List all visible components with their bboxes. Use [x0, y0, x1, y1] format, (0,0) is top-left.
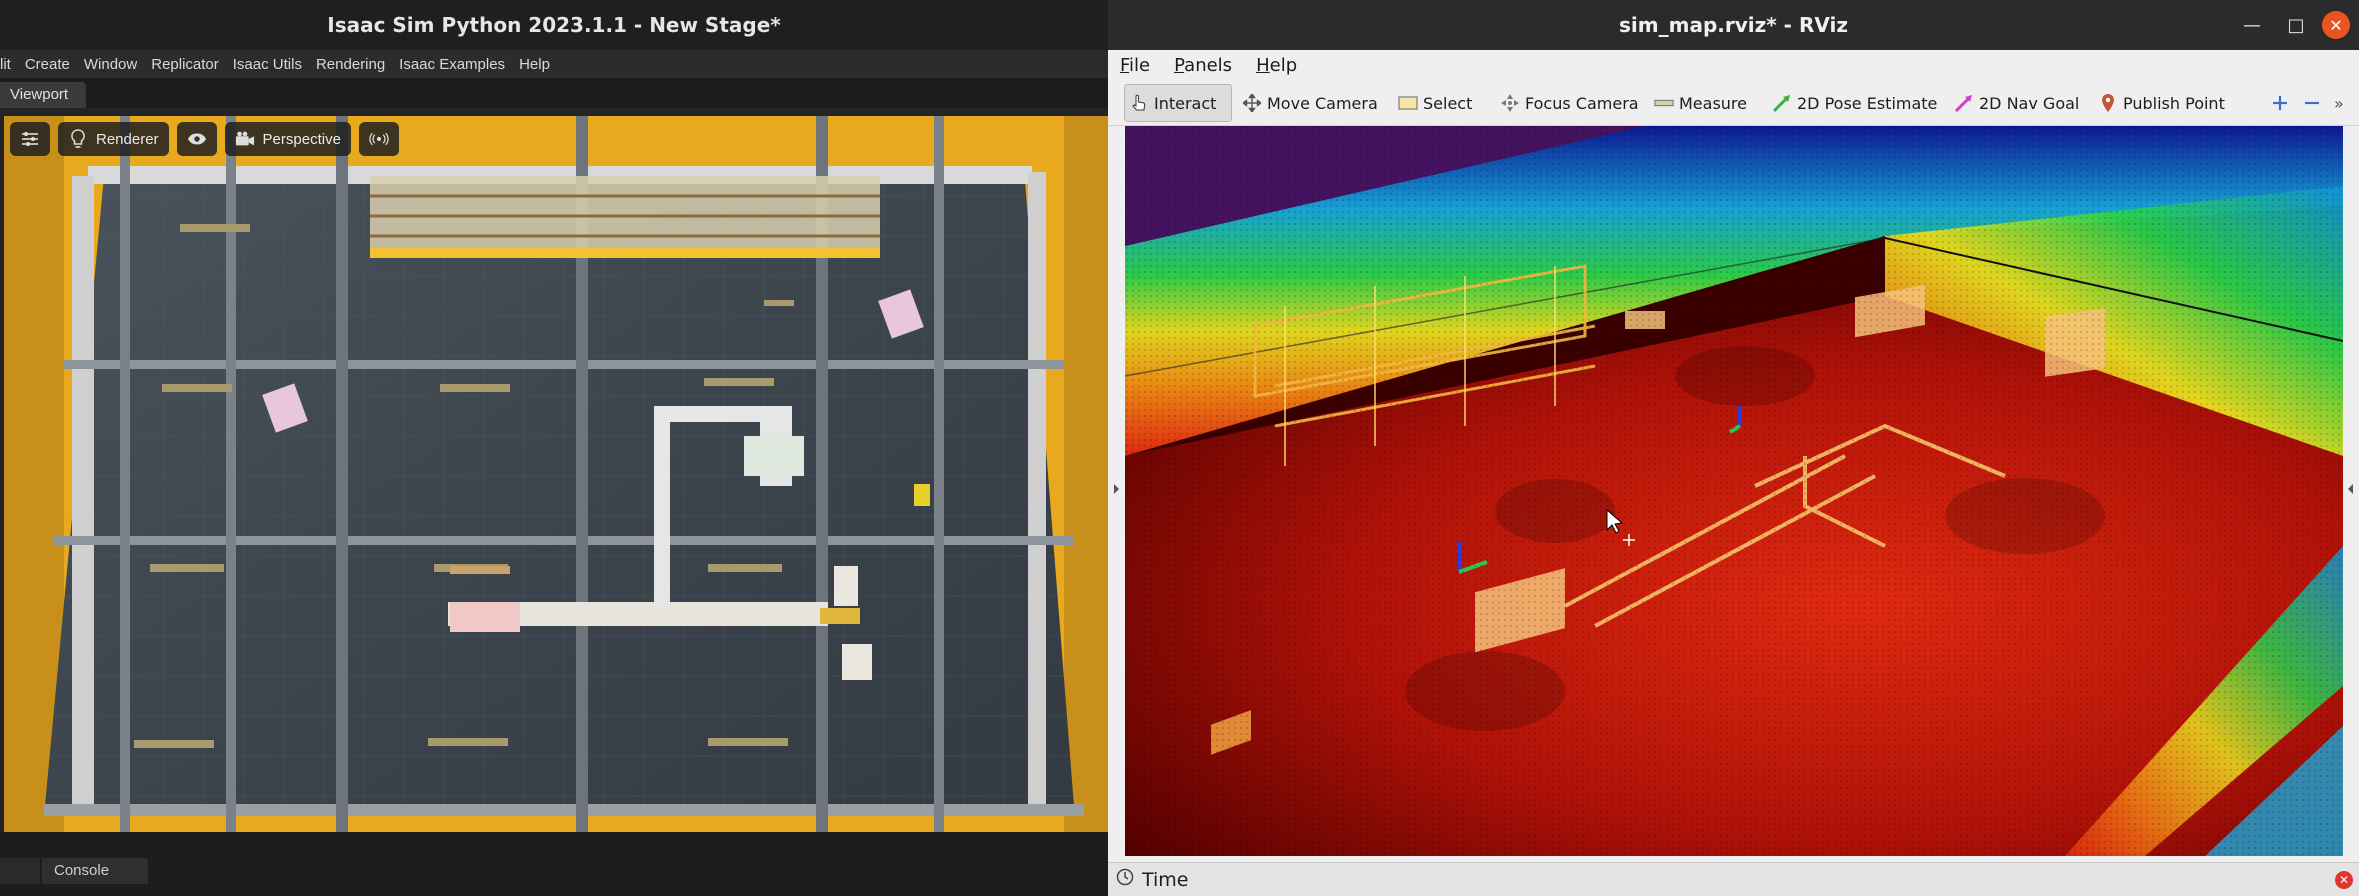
toolbar-overflow-button[interactable]: » — [2330, 84, 2348, 122]
chevron-double-right-icon: » — [2334, 93, 2344, 113]
publish-point-label: Publish Point — [2123, 93, 2225, 113]
rviz-menubar: File Panels Help — [1108, 50, 2359, 80]
minus-icon — [2302, 93, 2322, 113]
time-panel-close-button[interactable]: ✕ — [2335, 871, 2353, 889]
isaac-menubar: lit Create Window Replicator Isaac Utils… — [0, 50, 1108, 78]
focus-camera-label: Focus Camera — [1525, 93, 1639, 113]
menu-file[interactable]: File — [1108, 55, 1162, 76]
rviz-window-title: sim_map.rviz* - RViz — [1108, 0, 2359, 50]
bottom-tab-placeholder[interactable] — [0, 858, 40, 884]
maximize-icon: □ — [2287, 14, 2305, 36]
map-pin-icon — [2098, 93, 2118, 113]
tab-console[interactable]: Console — [42, 858, 148, 884]
green-arrow-icon — [1772, 93, 1792, 113]
isaac-bottom-panel: Console — [0, 832, 1108, 896]
add-tool-button[interactable] — [2266, 84, 2294, 122]
interact-label: Interact — [1154, 93, 1217, 113]
eye-icon — [187, 129, 207, 149]
time-panel: Time ✕ — [1108, 862, 2359, 896]
lightbulb-icon — [68, 129, 88, 149]
menu-help[interactable]: Help — [511, 56, 556, 73]
move-camera-label: Move Camera — [1267, 93, 1378, 113]
broadcast-icon — [369, 129, 389, 149]
renderer-label: Renderer — [96, 130, 159, 148]
sliders-icon — [20, 129, 40, 149]
close-button[interactable]: ✕ — [2322, 11, 2350, 39]
pose-estimate-tool[interactable]: 2D Pose Estimate — [1768, 84, 1941, 122]
minimize-button[interactable]: — — [2238, 10, 2266, 40]
pose-estimate-label: 2D Pose Estimate — [1797, 93, 1938, 113]
rviz-3d-view[interactable] — [1125, 126, 2343, 856]
menu-isaac-examples[interactable]: Isaac Examples — [391, 56, 511, 73]
publish-point-tool[interactable]: Publish Point — [2094, 84, 2229, 122]
tab-viewport[interactable]: Viewport — [0, 82, 86, 108]
isaac-viewport[interactable]: Renderer Perspective — [4, 116, 1108, 832]
nav-goal-label: 2D Nav Goal — [1979, 93, 2080, 113]
close-icon: ✕ — [2329, 15, 2343, 35]
menu-rendering[interactable]: Rendering — [308, 56, 391, 73]
select-box-icon — [1398, 93, 1418, 113]
clock-icon — [1116, 868, 1134, 891]
viewport-toolbar: Renderer Perspective — [10, 122, 399, 156]
menu-create[interactable]: Create — [17, 56, 76, 73]
visibility-button[interactable] — [176, 122, 217, 156]
remove-tool-button[interactable] — [2298, 84, 2326, 122]
isaac-sim-window: Isaac Sim Python 2023.1.1 - New Stage* l… — [0, 0, 1108, 896]
pointcloud-render — [1125, 126, 2343, 856]
menu-help[interactable]: Help — [1244, 55, 1309, 76]
magenta-arrow-icon — [1954, 93, 1974, 113]
hand-pointer-icon — [1129, 93, 1149, 113]
move-arrows-icon — [1242, 93, 1262, 113]
rviz-window: sim_map.rviz* - RViz — □ ✕ File Panels H… — [1108, 0, 2359, 896]
menu-panels[interactable]: Panels — [1162, 55, 1244, 76]
measure-label: Measure — [1679, 93, 1747, 113]
close-icon: ✕ — [2338, 873, 2350, 887]
nav-goal-tool[interactable]: 2D Nav Goal — [1950, 84, 2083, 122]
isaac-window-title: Isaac Sim Python 2023.1.1 - New Stage* — [0, 0, 1108, 50]
renderer-button[interactable]: Renderer — [58, 122, 169, 156]
warehouse-scene — [4, 116, 1108, 832]
right-panel-collapse-handle[interactable] — [2343, 126, 2359, 856]
focus-target-icon — [1500, 93, 1520, 113]
broadcast-button[interactable] — [358, 122, 399, 156]
rviz-toolbar: Interact Move Camera Select Focus Camera — [1108, 80, 2359, 126]
focus-camera-tool[interactable]: Focus Camera — [1496, 84, 1643, 122]
minimize-icon: — — [2243, 14, 2261, 36]
menu-isaac-utils[interactable]: Isaac Utils — [225, 56, 308, 73]
select-label: Select — [1423, 93, 1473, 113]
time-panel-label: Time — [1142, 868, 1189, 891]
ruler-icon — [1654, 93, 1674, 113]
camera-icon — [235, 129, 255, 149]
maximize-button[interactable]: □ — [2282, 10, 2310, 40]
menu-window[interactable]: Window — [76, 56, 143, 73]
plus-icon — [2270, 93, 2290, 113]
viewport-tabstrip: Viewport — [0, 78, 1108, 108]
left-panel-collapse-handle[interactable] — [1108, 126, 1125, 856]
select-tool[interactable]: Select — [1394, 84, 1476, 122]
menu-replicator[interactable]: Replicator — [143, 56, 225, 73]
menu-edit[interactable]: lit — [0, 56, 17, 73]
interact-tool[interactable]: Interact — [1124, 84, 1232, 122]
move-camera-tool[interactable]: Move Camera — [1238, 84, 1382, 122]
viewport-settings-button[interactable] — [10, 122, 50, 156]
measure-tool[interactable]: Measure — [1650, 84, 1751, 122]
camera-label: Perspective — [262, 130, 341, 148]
camera-button[interactable]: Perspective — [224, 122, 351, 156]
